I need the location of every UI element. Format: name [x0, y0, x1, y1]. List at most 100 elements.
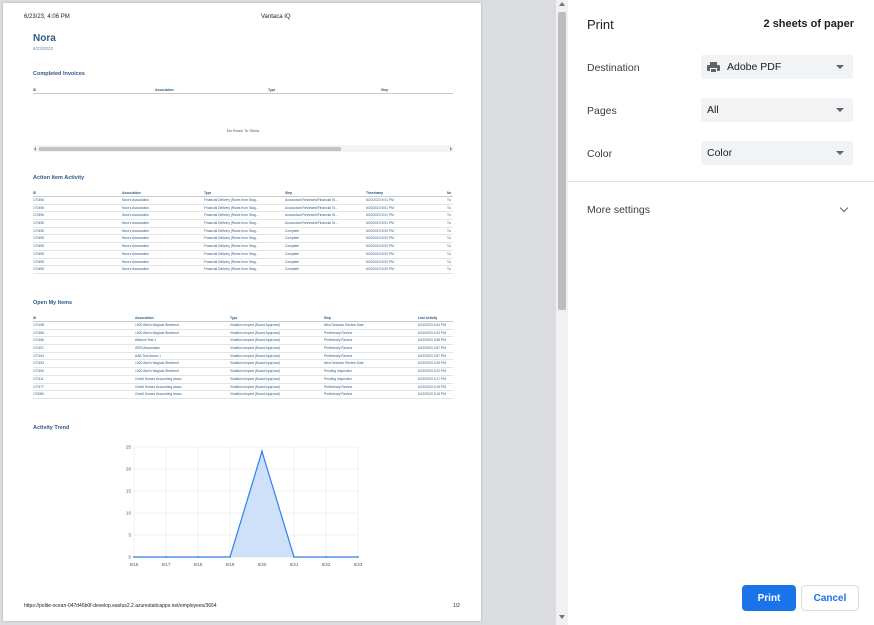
printer-icon [707, 61, 720, 73]
print-settings-panel: Print 2 sheets of paper Destination Adob… [568, 0, 874, 625]
table-row[interactable]: 170111 Credit Homes Accounting Assoc Viola… [33, 376, 453, 384]
column-header[interactable]: ID [33, 88, 36, 92]
column-header[interactable]: Timestamp [366, 191, 383, 195]
table-cell: 170154 [33, 353, 45, 358]
table-row[interactable]: 170158 1000 Alex's Magical Weekend Violati… [33, 322, 453, 330]
table-cell: 170158 [33, 323, 45, 327]
scroll-left-icon[interactable] [34, 146, 36, 151]
table-row[interactable]: 170154 AAB Test Assoc 1 Violation Inspect … [33, 353, 453, 361]
table-cell: Tu [447, 251, 451, 256]
table-cell: Accountant Reviewed/Financial St... [285, 213, 338, 218]
table-row[interactable]: 170495 Nora's Association Financial Delive… [33, 259, 453, 267]
table-cell: Complete [285, 236, 300, 241]
data-point [357, 556, 359, 558]
column-header[interactable]: Type [268, 88, 275, 92]
destination-label: Destination [587, 62, 640, 74]
data-point [261, 450, 263, 453]
table-cell: Preliminary Review [324, 392, 353, 397]
column-header[interactable]: Ne [447, 191, 451, 195]
column-header[interactable]: Association [122, 191, 141, 195]
table-row[interactable]: 170165 1000 Alex's Magical Weekend Violati… [33, 330, 453, 338]
column-header[interactable]: Type [204, 191, 211, 195]
destination-select[interactable]: Adobe PDF [701, 55, 853, 79]
table-cell: New Decision Review Date [324, 361, 364, 366]
table-cell: 170496 [33, 205, 45, 210]
table-row[interactable]: 170495 Nora's Association Financial Delive… [33, 235, 453, 244]
table-row[interactable]: 170157 ZERI Association Violation Inspect … [33, 345, 453, 353]
column-header[interactable]: Step [285, 191, 292, 195]
data-point [197, 556, 199, 558]
table-cell: Nora's Association [122, 221, 150, 226]
column-header[interactable]: Step [324, 316, 331, 320]
y-tick-label: 0 [128, 555, 131, 560]
table-cell: Nora's Association [122, 236, 150, 241]
table-cell: Credit Homes Accounting Assoc [135, 392, 182, 397]
table-cell: Nora's Association [122, 244, 150, 249]
open-my-items-table: ID Association Type Step Last Activity 170158… [33, 313, 453, 399]
table-row[interactable]: 170080 Credit Homes Accounting Assoc Viola… [33, 391, 453, 399]
table-cell: 170496 [33, 228, 45, 233]
table-row[interactable]: 170496 Nora's Association Financial Delive… [33, 205, 453, 213]
data-point [293, 556, 295, 558]
print-button[interactable]: Print [742, 585, 796, 611]
table-row[interactable]: 170495 Nora's Association Financial Delive… [33, 243, 453, 251]
color-select[interactable]: Color [701, 141, 853, 165]
column-header[interactable]: Association [155, 88, 174, 92]
table-cell: 6/20/2023 5:00 PM [366, 228, 394, 233]
table-cell: Complete [285, 267, 300, 272]
scroll-up-icon[interactable] [559, 2, 565, 6]
table-cell: 170111 [33, 376, 44, 381]
table-cell: Accountant Reviewed/Financial St... [285, 198, 338, 202]
column-header[interactable]: ID [33, 191, 36, 195]
pages-select[interactable]: All [701, 98, 853, 122]
table-row[interactable]: 170496 Nora's Association Financial Delive… [33, 220, 453, 228]
table-cell: 1000 Alex's Magical Weekend [135, 323, 179, 327]
table-row[interactable]: 170495 Nora's Association Financial Delive… [33, 251, 453, 259]
preview-scrollbar[interactable] [556, 0, 568, 625]
column-header[interactable]: Step [381, 88, 388, 92]
table-cell: 6/20/2023 5:00 PM [366, 267, 394, 272]
table-cell: 1000 Alex's Magical Weekend [135, 361, 179, 366]
table-cell: Credit Homes Accounting Assoc [135, 384, 182, 389]
table-row[interactable]: 170496 Nora's Association Financial Delive… [33, 228, 453, 236]
scrollbar-thumb[interactable] [39, 146, 341, 151]
cancel-button[interactable]: Cancel [801, 585, 859, 611]
x-tick-label: 6/19 [226, 562, 235, 567]
table-cell: Pending Inspection [324, 376, 353, 381]
table-cell: 6/22/2023 4:03 PM [418, 330, 446, 335]
table-row[interactable]: 170496 Nora's Association Financial Delive… [33, 197, 453, 205]
page-footer-url: https://polite-ocean-047d46b0f-develop.e… [24, 603, 217, 609]
dropdown-caret-icon [836, 151, 844, 155]
table-cell: Nora's Association [122, 251, 150, 256]
table-row[interactable]: 170496 Nora's Association Financial Delive… [33, 212, 453, 221]
column-header[interactable]: ID [33, 316, 36, 320]
scroll-right-icon[interactable] [450, 146, 452, 151]
table-cell: 1000 Alex's Magical Weekend [135, 330, 179, 335]
table-row[interactable]: 170177 Credit Homes Accounting Assoc Viola… [33, 384, 453, 392]
table-cell: AAB Test Assoc 1 [135, 353, 161, 358]
chevron-down-icon[interactable] [839, 203, 849, 213]
destination-value: Adobe PDF [727, 61, 782, 73]
preview-scrollbar-thumb[interactable] [558, 12, 566, 310]
table-cell: ZERI Association [135, 346, 161, 351]
table-cell: Violation Inspect (Board Approval) [230, 353, 280, 358]
more-settings-toggle[interactable]: More settings [587, 204, 650, 216]
table-cell: Financial Delivery (Rules from Stag... [204, 198, 259, 202]
table-cell: 6/20/2023 5:01 PM [366, 213, 394, 218]
column-header[interactable]: Type [230, 316, 237, 320]
column-header[interactable]: Association [135, 316, 154, 320]
x-tick-label: 6/20 [258, 562, 267, 567]
table-cell: 170496 [33, 198, 45, 202]
table-row[interactable]: 170495 Nora's Association Financial Delive… [33, 266, 453, 274]
column-header[interactable]: Last Activity [418, 316, 437, 320]
y-tick-label: 10 [126, 511, 132, 516]
scroll-down-icon[interactable] [559, 615, 565, 619]
table-cell: Accountant Reviewed/Financial St... [285, 221, 338, 226]
table-cell: 170495 [33, 236, 45, 241]
horizontal-scrollbar[interactable] [33, 145, 453, 152]
table-cell: Financial Delivery (Rules from Stag... [204, 267, 259, 272]
table-cell: Complete [285, 251, 300, 256]
table-row[interactable]: 170153 1000 Alex's Magical Weekend Violati… [33, 360, 453, 369]
table-row[interactable]: 170150 1000 Alex's Magical Weekend Violati… [33, 368, 453, 376]
table-row[interactable]: 170156 Alliance Test 1 Violation Inspect (… [33, 337, 453, 346]
